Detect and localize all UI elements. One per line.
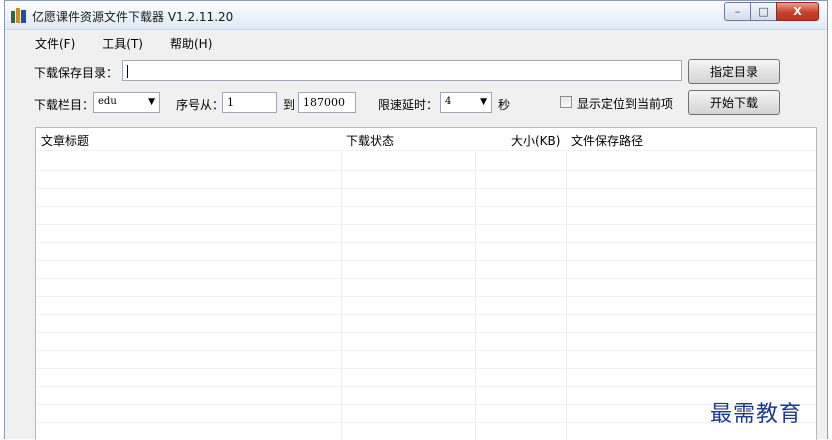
text-caret <box>127 64 128 78</box>
grid-line <box>36 350 816 351</box>
grid-line <box>36 332 816 333</box>
table-header: 文章标题 下载状态 大小(KB) 文件保存路径 <box>36 128 816 150</box>
column-select[interactable]: edu ▼ <box>93 92 160 113</box>
seq-from-value: 1 <box>227 96 234 109</box>
grid-line <box>36 404 816 405</box>
close-button[interactable]: X <box>776 2 819 21</box>
chevron-down-icon: ▼ <box>480 97 487 107</box>
grid-line <box>36 422 816 423</box>
column-divider[interactable] <box>566 128 567 440</box>
menu-bar: 文件(F) 工具(T) 帮助(H) <box>5 32 212 52</box>
grid-line <box>36 206 816 207</box>
menu-tools[interactable]: 工具(T) <box>102 32 143 52</box>
seq-from-input[interactable]: 1 <box>222 92 277 113</box>
start-download-button[interactable]: 开始下载 <box>688 90 780 115</box>
column-divider[interactable] <box>341 128 342 440</box>
grid-line <box>36 170 816 171</box>
col-header-status[interactable]: 下载状态 <box>346 132 394 149</box>
grid-line <box>36 242 816 243</box>
watermark-text: 最需教育 <box>710 402 803 427</box>
seq-to-label: 到 <box>283 98 296 112</box>
download-dir-label: 下载保存目录： <box>34 66 119 80</box>
col-header-size[interactable]: 大小(KB) <box>511 132 560 149</box>
seq-from-label: 序号从： <box>176 98 225 112</box>
grid-line <box>36 150 816 151</box>
grid-line <box>36 314 816 315</box>
grid-line <box>36 278 816 279</box>
download-list-table[interactable]: 文章标题 下载状态 大小(KB) 文件保存路径 <box>35 127 817 440</box>
grid-line <box>36 386 816 387</box>
locate-current-checkbox[interactable] <box>560 96 572 108</box>
grid-line <box>36 296 816 297</box>
delay-unit-label: 秒 <box>498 98 511 112</box>
delay-select[interactable]: 4 ▼ <box>440 92 492 113</box>
menu-file[interactable]: 文件(F) <box>35 32 75 52</box>
main-window: 亿愿课件资源文件下载器 V1.2.11.20 – □ X 文件(F) 工具(T)… <box>4 0 828 440</box>
col-header-path[interactable]: 文件保存路径 <box>571 132 643 149</box>
grid-line <box>36 368 816 369</box>
column-divider[interactable] <box>475 128 476 440</box>
download-dir-input[interactable] <box>122 60 682 81</box>
delay-label: 限速延时： <box>378 98 439 112</box>
title-bar[interactable]: 亿愿课件资源文件下载器 V1.2.11.20 – □ X <box>5 1 827 30</box>
seq-to-value: 187000 <box>303 96 345 109</box>
minimize-button[interactable]: – <box>724 2 750 21</box>
books-icon <box>11 8 27 23</box>
chevron-down-icon: ▼ <box>148 97 155 107</box>
column-select-value: edu <box>98 96 117 107</box>
grid-line <box>36 188 816 189</box>
menu-help[interactable]: 帮助(H) <box>170 32 212 52</box>
seq-to-input[interactable]: 187000 <box>298 92 356 113</box>
maximize-button[interactable]: □ <box>750 2 776 21</box>
grid-line <box>36 224 816 225</box>
grid-line <box>36 260 816 261</box>
locate-current-label: 显示定位到当前项 <box>577 97 674 111</box>
window-controls: – □ X <box>724 2 819 21</box>
window-title: 亿愿课件资源文件下载器 V1.2.11.20 <box>32 10 234 24</box>
delay-select-value: 4 <box>445 96 452 107</box>
col-header-title[interactable]: 文章标题 <box>41 132 89 149</box>
choose-dir-button[interactable]: 指定目录 <box>688 59 780 84</box>
column-label: 下载栏目： <box>34 98 95 112</box>
